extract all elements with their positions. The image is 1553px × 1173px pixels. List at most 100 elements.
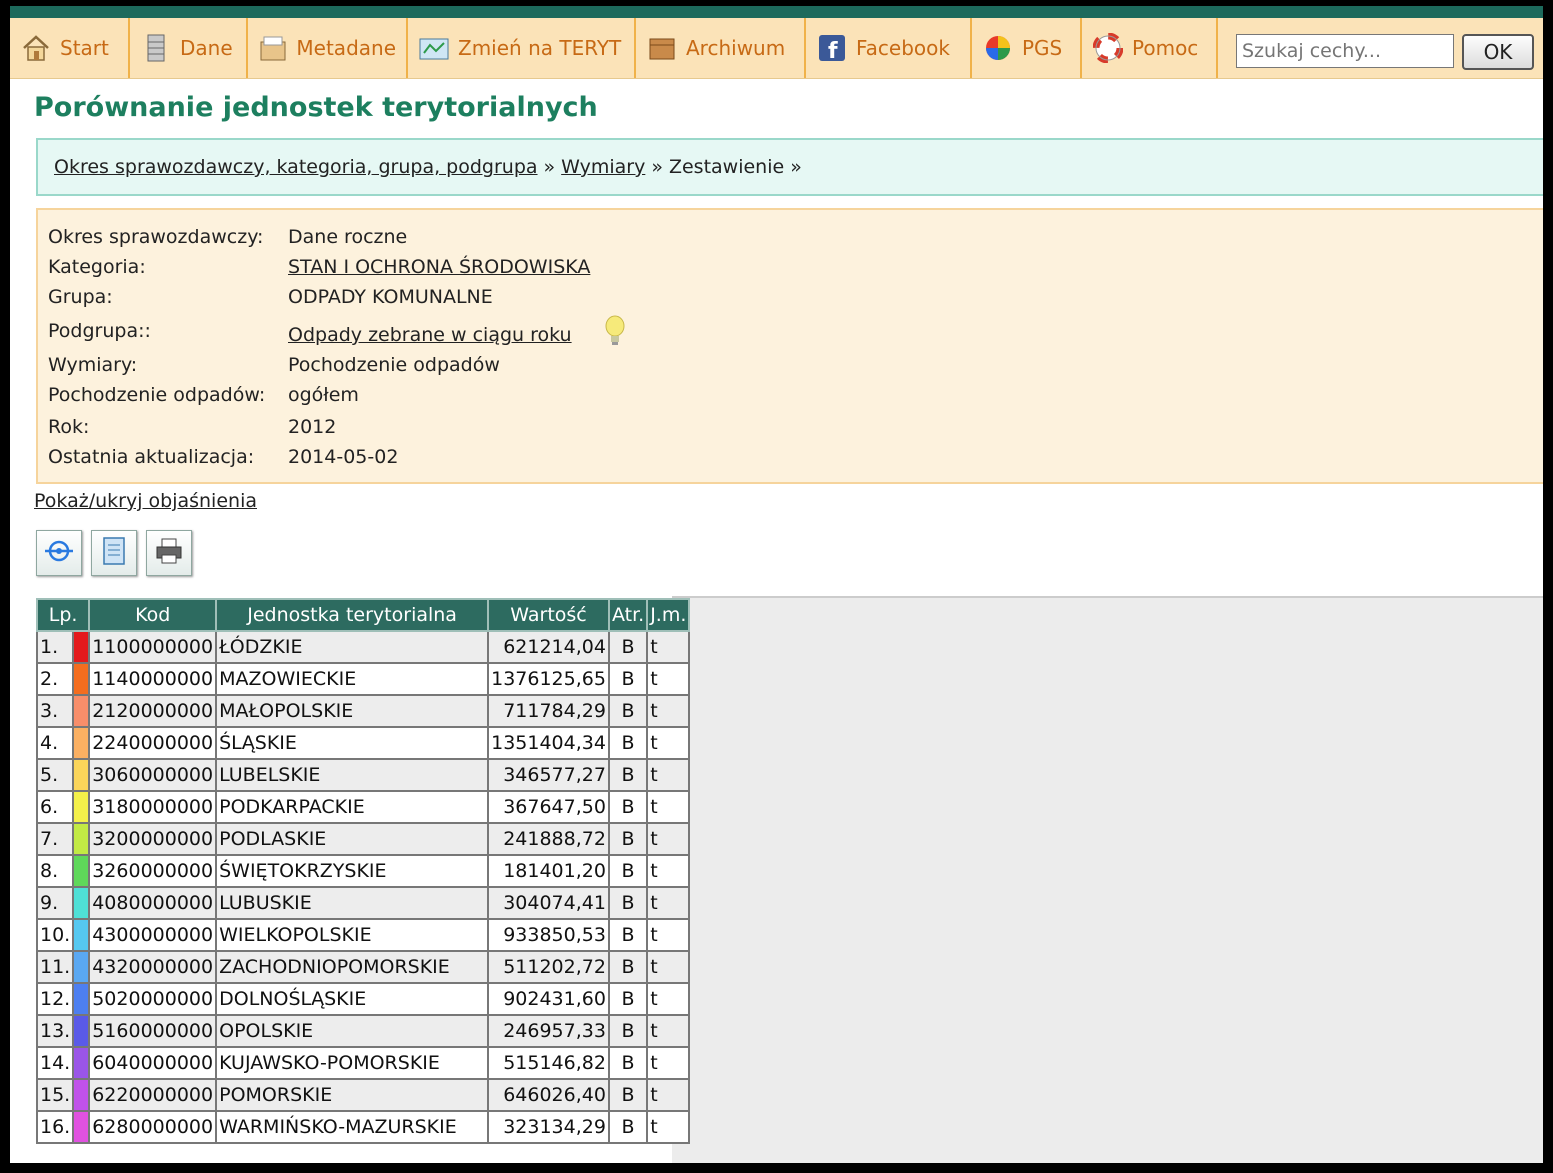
- chart-button[interactable]: [36, 530, 82, 576]
- database-icon: [140, 32, 172, 64]
- row-number: 1.: [35, 630, 75, 664]
- toolbar-zmien-teryt-label: Zmień na TERYT: [458, 36, 622, 60]
- unit-name-link[interactable]: WIELKOPOLSKIE: [215, 918, 490, 952]
- unit-measure: t: [646, 1078, 691, 1112]
- search-input[interactable]: [1236, 34, 1454, 68]
- unit-name-link[interactable]: OPOLSKIE: [215, 1014, 490, 1048]
- unit-code: 2240000000: [88, 726, 218, 760]
- info-label: Okres sprawozdawczy:: [48, 226, 264, 248]
- toolbar-pgs-label: PGS: [1022, 36, 1063, 60]
- lightbulb-icon[interactable]: [604, 314, 626, 352]
- toolbar-pgs[interactable]: PGS: [972, 18, 1082, 78]
- info-value: ODPADY KOMUNALNE: [288, 286, 493, 308]
- unit-code: 5020000000: [88, 982, 218, 1016]
- unit-measure: t: [646, 1014, 691, 1048]
- unit-code: 1100000000: [88, 630, 218, 664]
- unit-value: 246957,33: [487, 1014, 610, 1048]
- unit-name-link[interactable]: LUBELSKIE: [215, 758, 490, 792]
- unit-name-link[interactable]: LUBUSKIE: [215, 886, 490, 920]
- kategoria-link[interactable]: STAN I OCHRONA ŚRODOWISKA: [288, 256, 590, 278]
- row-number: 2.: [35, 662, 75, 696]
- unit-name-link[interactable]: DOLNOŚLĄSKIE: [215, 982, 490, 1016]
- unit-attribute: B: [607, 758, 649, 792]
- unit-value: 933850,53: [487, 918, 610, 952]
- toolbar-metadane[interactable]: Metadane: [248, 18, 408, 78]
- unit-value: 902431,60: [487, 982, 610, 1016]
- unit-name-link[interactable]: POMORSKIE: [215, 1078, 490, 1112]
- toggle-explanations-link[interactable]: Pokaż/ukryj objaśnienia: [34, 490, 257, 512]
- row-number: 4.: [35, 726, 75, 760]
- toolbar-start[interactable]: Start: [10, 18, 130, 78]
- column-header-kod[interactable]: Kod: [88, 598, 218, 632]
- archive-icon: [646, 32, 678, 64]
- unit-code: 6280000000: [88, 1110, 218, 1144]
- info-label: Rok:: [48, 416, 90, 438]
- toolbar-pomoc[interactable]: Pomoc: [1082, 18, 1218, 78]
- unit-measure: t: [646, 1046, 691, 1080]
- breadcrumb-link-selection[interactable]: Okres sprawozdawczy, kategoria, grupa, p…: [54, 156, 538, 178]
- unit-code: 3200000000: [88, 822, 218, 856]
- unit-name-link[interactable]: ŚWIĘTOKRZYSKIE: [215, 854, 490, 888]
- toolbar-dane[interactable]: Dane: [130, 18, 248, 78]
- unit-name-link[interactable]: KUJAWSKO-POMORSKIE: [215, 1046, 490, 1080]
- table-row: 16. 6280000000 WARMIŃSKO-MAZURSKIE 323134,2…: [35, 1110, 691, 1144]
- toolbar-archiwum[interactable]: Archiwum: [636, 18, 806, 78]
- unit-name-link[interactable]: PODLASKIE: [215, 822, 490, 856]
- row-number: 8.: [35, 854, 75, 888]
- column-header-lp[interactable]: Lp.: [35, 598, 91, 632]
- row-color-swatch: [72, 694, 91, 728]
- unit-name-link[interactable]: MAŁOPOLSKIE: [215, 694, 490, 728]
- row-number: 9.: [35, 886, 75, 920]
- toolbar-facebook[interactable]: f Facebook: [806, 18, 972, 78]
- document-icon: [99, 535, 129, 571]
- unit-code: 6220000000: [88, 1078, 218, 1112]
- unit-code: 3260000000: [88, 854, 218, 888]
- table-row: 12. 5020000000 DOLNOŚLĄSKIE 902431,60 Bt: [35, 982, 691, 1016]
- unit-name-link[interactable]: ŚLĄSKIE: [215, 726, 490, 760]
- unit-measure: t: [646, 1110, 691, 1144]
- row-color-swatch: [72, 790, 91, 824]
- unit-measure: t: [646, 662, 691, 696]
- unit-attribute: B: [607, 694, 649, 728]
- unit-measure: t: [646, 886, 691, 920]
- row-number: 12.: [35, 982, 75, 1016]
- unit-name-link[interactable]: PODKARPACKIE: [215, 790, 490, 824]
- row-color-swatch: [72, 982, 91, 1016]
- column-header-wartosc[interactable]: Wartość: [487, 598, 610, 632]
- unit-code: 4300000000: [88, 918, 218, 952]
- table-row: 9. 4080000000 LUBUSKIE 304074,41 Bt: [35, 886, 691, 920]
- lifebuoy-icon: [1092, 32, 1124, 64]
- row-color-swatch: [72, 854, 91, 888]
- toolbar-zmien-teryt[interactable]: Zmień na TERYT: [408, 18, 636, 78]
- unit-attribute: B: [607, 886, 649, 920]
- column-header-jm[interactable]: J.m.: [646, 598, 691, 632]
- unit-value: 711784,29: [487, 694, 610, 728]
- document-button[interactable]: [91, 530, 137, 576]
- unit-value: 511202,72: [487, 950, 610, 984]
- unit-name-link[interactable]: ZACHODNIOPOMORSKIE: [215, 950, 490, 984]
- print-button[interactable]: [146, 530, 192, 576]
- unit-measure: t: [646, 918, 691, 952]
- top-strip: [10, 6, 1543, 18]
- unit-name-link[interactable]: ŁÓDZKIE: [215, 630, 490, 664]
- podgrupa-link[interactable]: Odpady zebrane w ciągu roku: [288, 324, 572, 346]
- row-color-swatch: [72, 822, 91, 856]
- search-ok-button[interactable]: OK: [1462, 34, 1534, 70]
- table-row: 6. 3180000000 PODKARPACKIE 367647,50 Bt: [35, 790, 691, 824]
- unit-value: 367647,50: [487, 790, 610, 824]
- info-value: Pochodzenie odpadów: [288, 354, 500, 376]
- unit-name-link[interactable]: WARMIŃSKO-MAZURSKIE: [215, 1110, 490, 1144]
- info-value: Dane roczne: [288, 226, 408, 248]
- unit-name-link[interactable]: MAZOWIECKIE: [215, 662, 490, 696]
- breadcrumb-current: Zestawienie: [668, 156, 785, 178]
- unit-measure: t: [646, 822, 691, 856]
- table-row: 14. 6040000000 KUJAWSKO-POMORSKIE 515146,82…: [35, 1046, 691, 1080]
- pgs-icon: [982, 32, 1014, 64]
- breadcrumb-link-wymiary[interactable]: Wymiary: [561, 156, 645, 178]
- table-row: 3. 2120000000 MAŁOPOLSKIE 711784,29 Bt: [35, 694, 691, 728]
- unit-code: 1140000000: [88, 662, 218, 696]
- unit-value: 646026,40: [487, 1078, 610, 1112]
- column-header-jednostka[interactable]: Jednostka terytorialna: [215, 598, 490, 632]
- unit-value: 181401,20: [487, 854, 610, 888]
- column-header-atr[interactable]: Atr.: [607, 598, 649, 632]
